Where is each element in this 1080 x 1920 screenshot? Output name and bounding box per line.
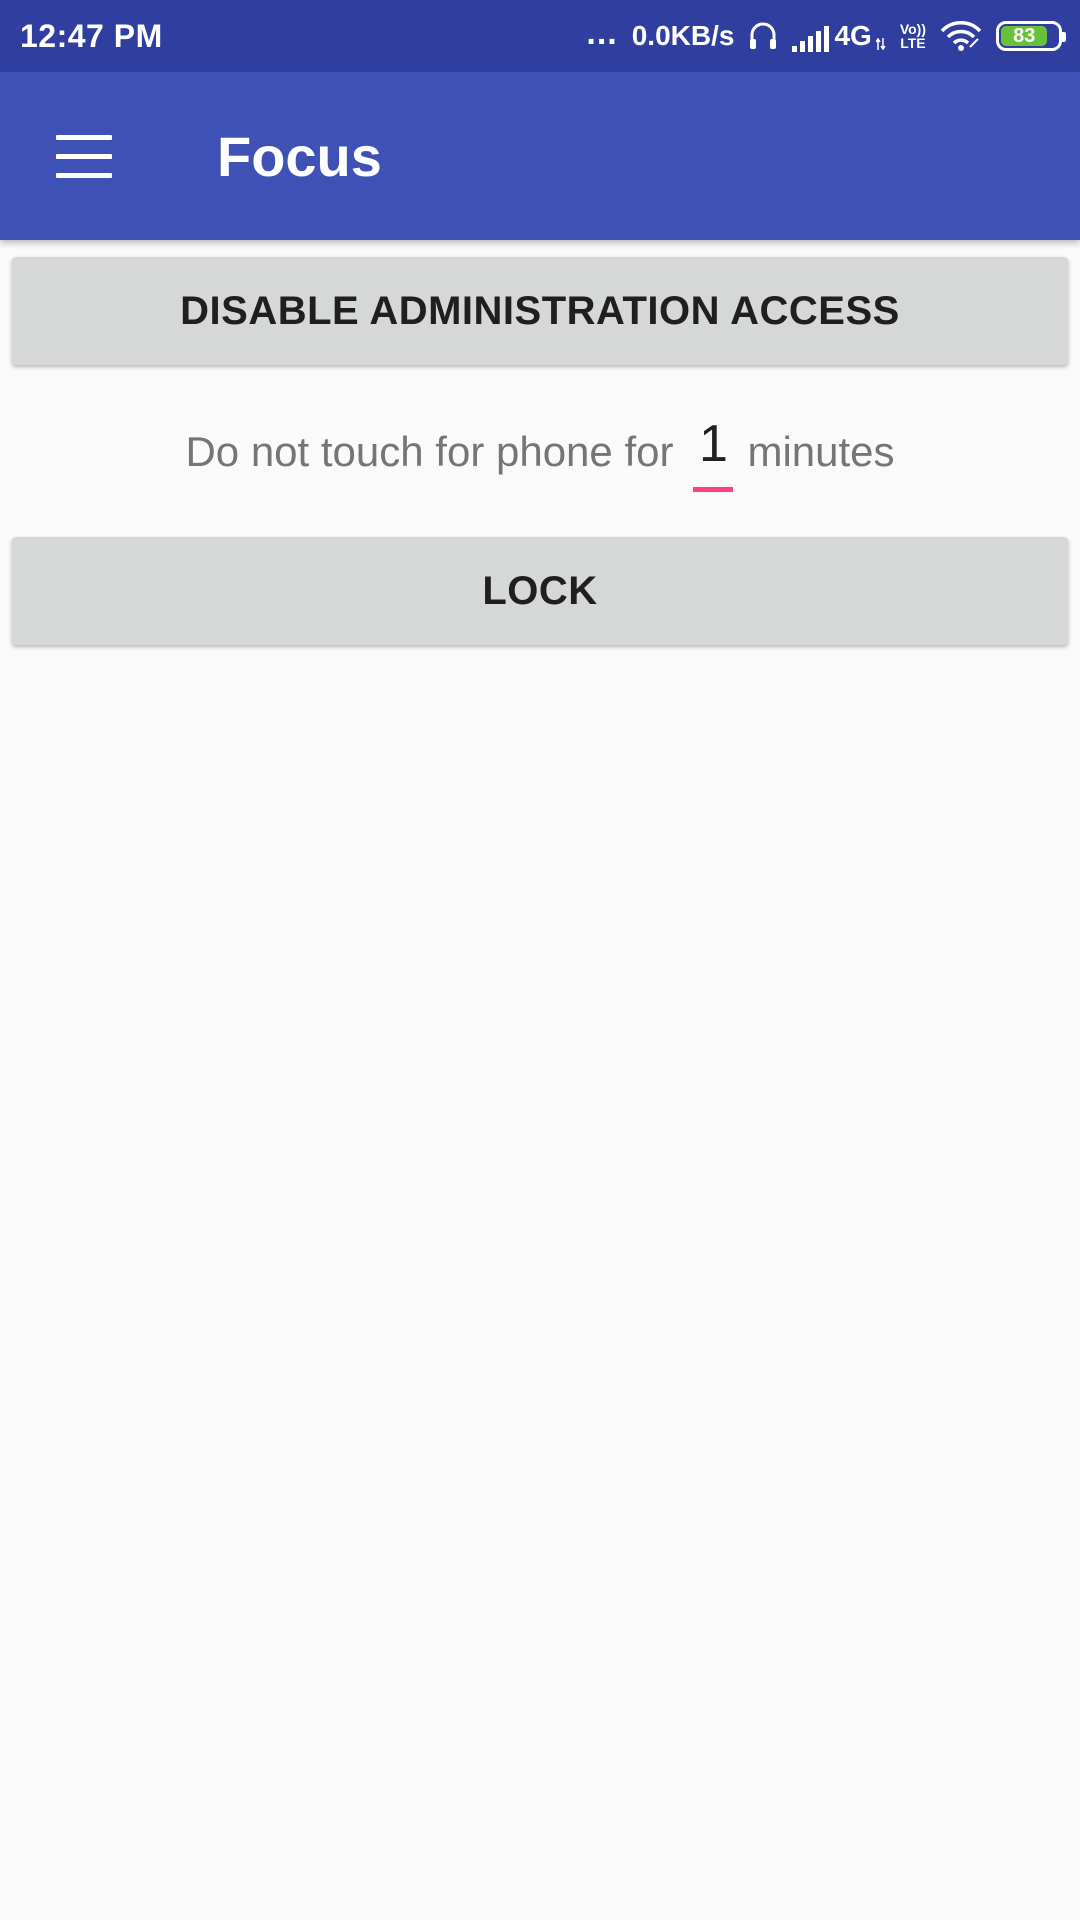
battery-level: 83	[1001, 25, 1048, 47]
status-time: 12:47 PM	[20, 17, 163, 54]
status-bar: 12:47 PM ... 0.0KB/s 4G Vo)) LTE 83	[0, 0, 1080, 72]
timer-row: Do not touch for phone for 1 minutes	[0, 365, 1080, 537]
network-speed: 0.0KB/s	[631, 20, 735, 51]
timer-prefix-label: Do not touch for phone for	[185, 428, 674, 475]
volte-bottom: LTE	[900, 35, 926, 51]
menu-line	[56, 134, 112, 140]
disable-admin-access-button[interactable]: DISABLE ADMINISTRATION ACCESS	[12, 257, 1068, 365]
volte-indicator: Vo)) LTE	[900, 22, 926, 50]
headset-icon	[748, 20, 778, 52]
mobile-network: 4G	[792, 20, 886, 52]
battery-icon: 83	[996, 21, 1066, 51]
timer-suffix-label: minutes	[747, 428, 895, 475]
status-icons: ... 0.0KB/s 4G Vo)) LTE 83	[586, 16, 1066, 52]
notification-dots: ...	[586, 14, 618, 52]
app-bar: Focus	[0, 72, 1080, 240]
menu-line	[56, 153, 112, 159]
page-title: Focus	[217, 124, 382, 188]
data-arrows-icon	[875, 36, 886, 52]
signal-icon	[792, 26, 830, 52]
lock-button[interactable]: LOCK	[12, 537, 1068, 645]
minutes-input[interactable]: 1	[693, 414, 734, 492]
network-generation: 4G	[834, 20, 872, 51]
wifi-icon	[940, 21, 982, 51]
menu-line	[56, 172, 112, 178]
main-content: DISABLE ADMINISTRATION ACCESS Do not tou…	[0, 240, 1080, 645]
hamburger-menu-icon[interactable]	[42, 114, 126, 198]
volte-top: Vo))	[899, 21, 926, 37]
